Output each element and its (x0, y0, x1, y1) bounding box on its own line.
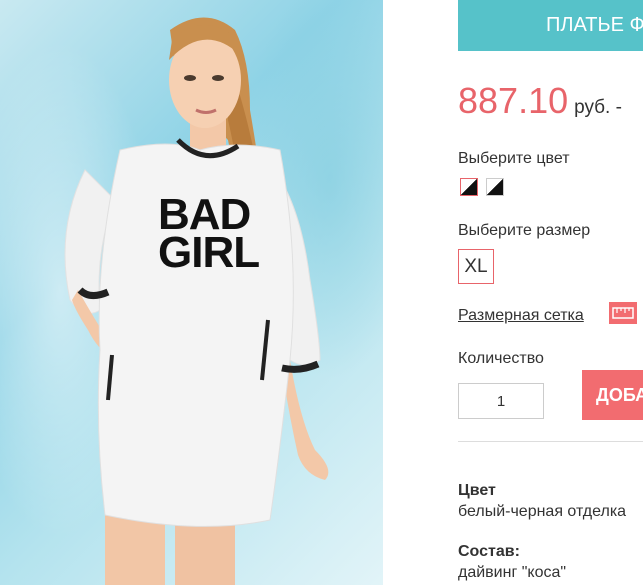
product-title-text: ПЛАТЬЕ Ф (546, 14, 643, 36)
quantity-label: Количество (458, 350, 544, 367)
attribute-color-value: белый-черная отделка (458, 503, 627, 520)
quantity-input[interactable] (458, 383, 544, 419)
price: 887.10 руб. - (458, 80, 622, 122)
product-title: ПЛАТЬЕ Ф (458, 0, 643, 51)
dress-print-text: BAD GIRL (158, 193, 260, 277)
attribute-composition-value: дайвинг "коса" (458, 564, 567, 581)
product-photo[interactable]: BAD GIRL (0, 0, 383, 585)
model-illustration (64, 17, 329, 585)
divider (458, 441, 643, 442)
color-label: Выберите цвет (458, 150, 570, 167)
color-swatch-grey-black[interactable] (486, 178, 504, 196)
price-unit: руб. - (574, 97, 622, 118)
attribute-color-key: Цвет (458, 482, 496, 499)
ruler-icon[interactable] (609, 302, 637, 324)
attribute-composition-key: Состав: (458, 543, 520, 560)
size-option-xl[interactable]: XL (458, 249, 494, 284)
price-value: 887.10 (458, 80, 569, 121)
size-label: Выберите размер (458, 222, 591, 239)
size-chart-link[interactable]: Размерная сетка (458, 307, 584, 325)
add-to-cart-button[interactable]: ДОБА (582, 370, 643, 420)
dress-print-line2: GIRL (158, 228, 260, 277)
color-swatch-white-black[interactable] (460, 178, 478, 196)
